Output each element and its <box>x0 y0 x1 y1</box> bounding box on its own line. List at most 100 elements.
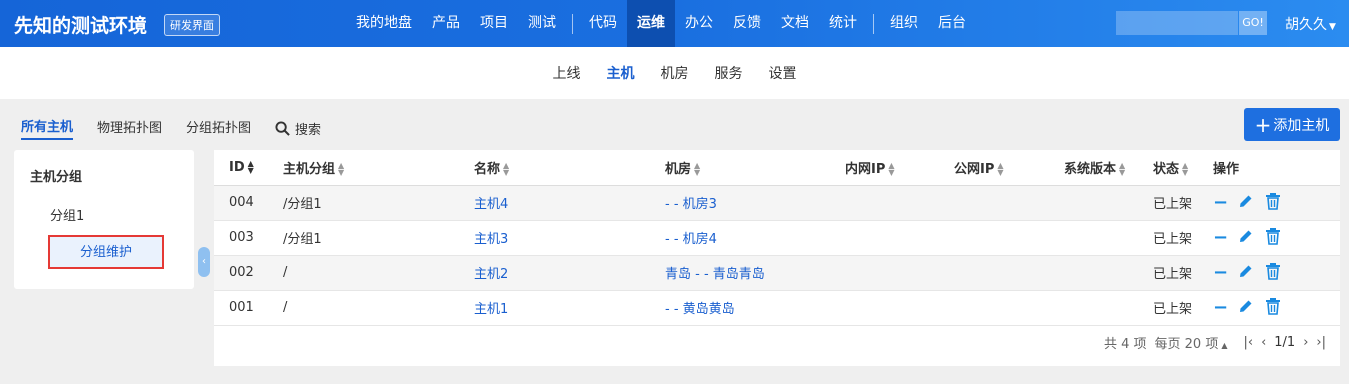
cell-os-version <box>1049 220 1138 256</box>
room-link[interactable]: - - 黄岛黄岛 <box>665 302 735 317</box>
cell-id: 001 <box>214 290 268 326</box>
offline-icon[interactable]: − <box>1213 192 1228 213</box>
nav-ops[interactable]: 运维 <box>627 0 675 47</box>
col-os-version[interactable]: 系统版本 ▲ ▼ <box>1049 150 1138 186</box>
group-maintain-button[interactable]: 分组维护 <box>48 235 164 269</box>
tab-group-topology[interactable]: 分组拓扑图 <box>186 117 251 139</box>
room-link[interactable]: - - 机房4 <box>665 232 717 247</box>
col-group[interactable]: 主机分组 ▲ ▼ <box>268 150 459 186</box>
group-panel: 主机分组 分组1 分组维护 <box>14 150 194 289</box>
last-page-icon[interactable]: ›| <box>1316 335 1326 350</box>
offline-icon[interactable]: − <box>1213 297 1228 318</box>
sort-icon: ▲ ▼ <box>1182 161 1189 178</box>
cell-status: 已上架 <box>1138 220 1198 256</box>
cell-os-version <box>1049 255 1138 291</box>
nav-test[interactable]: 测试 <box>518 0 566 47</box>
col-status[interactable]: 状态 ▲ ▼ <box>1138 150 1198 186</box>
nav-divider <box>572 13 573 34</box>
delete-icon[interactable] <box>1264 297 1282 319</box>
sort-icon: ▲ ▼ <box>888 161 895 178</box>
sort-icon: ▲ ▼ <box>503 161 510 178</box>
nav-project[interactable]: 项目 <box>470 0 518 47</box>
tab-all-hosts[interactable]: 所有主机 <box>21 116 74 140</box>
add-host-button[interactable]: + 添加主机 <box>1244 108 1340 141</box>
host-table: ID ▲ ▼ 主机分组 ▲ ▼ 名称 ▲ ▼ 机房 ▲ ▼ 内网IP ▲ ▼ 公网IP ▲ ▼ 系统版本… <box>214 150 1340 366</box>
sort-icon: ▲ ▼ <box>247 159 254 176</box>
table-row: 002/ 主机2 青岛 - - 青岛青岛 已上架 − <box>214 255 1340 291</box>
sort-icon: ▲ ▼ <box>997 161 1004 178</box>
edit-icon[interactable] <box>1238 298 1254 318</box>
table-row: 001/ 主机1 - - 黄岛黄岛 已上架 − <box>214 290 1340 326</box>
edit-icon[interactable] <box>1238 263 1254 283</box>
tab-physical-topology[interactable]: 物理拓扑图 <box>97 117 162 139</box>
first-page-icon[interactable]: |‹ <box>1243 335 1253 350</box>
go-button[interactable]: GO! <box>1239 11 1267 35</box>
cell-private-ip <box>830 220 939 256</box>
col-name[interactable]: 名称 ▲ ▼ <box>459 150 650 186</box>
brand-title[interactable]: 先知的测试环境 <box>14 11 147 38</box>
search-link[interactable]: 搜索 <box>275 119 321 138</box>
brand-badge: 研发界面 <box>164 14 220 36</box>
delete-icon[interactable] <box>1264 262 1282 284</box>
delete-icon[interactable] <box>1264 227 1282 249</box>
cell-id: 002 <box>214 255 268 291</box>
global-search-input[interactable] <box>1116 11 1238 35</box>
col-id[interactable]: ID ▲ ▼ <box>214 150 268 186</box>
nav-code[interactable]: 代码 <box>579 0 627 47</box>
nav-my[interactable]: 我的地盘 <box>346 0 422 47</box>
search-label: 搜索 <box>295 122 322 138</box>
sort-icon: ▲ ▼ <box>694 161 701 178</box>
add-host-label: 添加主机 <box>1273 117 1330 134</box>
edit-icon[interactable] <box>1238 193 1254 213</box>
col-public-ip[interactable]: 公网IP ▲ ▼ <box>939 150 1049 186</box>
subnav-host[interactable]: 主机 <box>607 63 635 83</box>
sub-nav: 上线 主机 机房 服务 设置 <box>0 47 1349 99</box>
nav-product[interactable]: 产品 <box>422 0 470 47</box>
per-page-select[interactable]: 每页 20 项 ▲ <box>1155 333 1228 352</box>
delete-icon[interactable] <box>1264 192 1282 214</box>
nav-feedback[interactable]: 反馈 <box>723 0 771 47</box>
subnav-service[interactable]: 服务 <box>715 63 743 83</box>
collapse-sidebar-icon[interactable]: ‹ <box>198 247 210 277</box>
host-name-link[interactable]: 主机3 <box>474 232 508 247</box>
page-indicator: 1/1 <box>1274 335 1296 350</box>
subnav-deploy[interactable]: 上线 <box>553 63 581 83</box>
cell-private-ip <box>830 255 939 291</box>
search-icon <box>275 120 290 136</box>
col-actions: 操作 <box>1198 150 1340 186</box>
sort-icon: ▲ ▼ <box>1119 161 1126 178</box>
room-link[interactable]: - - 机房3 <box>665 197 717 212</box>
sort-icon: ▲ ▼ <box>338 161 345 178</box>
edit-icon[interactable] <box>1238 228 1254 248</box>
nav-stats[interactable]: 统计 <box>819 0 867 47</box>
col-room[interactable]: 机房 ▲ ▼ <box>650 150 830 186</box>
top-bar: 先知的测试环境 研发界面 我的地盘 产品 项目 测试 代码 运维 办公 反馈 文… <box>0 0 1349 47</box>
offline-icon[interactable]: − <box>1213 227 1228 248</box>
table-header: ID ▲ ▼ 主机分组 ▲ ▼ 名称 ▲ ▼ 机房 ▲ ▼ 内网IP ▲ ▼ 公网IP ▲ ▼ 系统版本… <box>214 150 1340 186</box>
room-link[interactable]: 青岛 - - 青岛青岛 <box>665 267 765 282</box>
main-nav: 我的地盘 产品 项目 测试 代码 运维 办公 反馈 文档 统计 组织 后台 <box>346 0 976 47</box>
host-name-link[interactable]: 主机1 <box>474 302 508 317</box>
subnav-room[interactable]: 机房 <box>661 63 689 83</box>
next-page-icon[interactable]: › <box>1303 335 1308 350</box>
group-item[interactable]: 分组1 <box>50 205 84 224</box>
cell-status: 已上架 <box>1138 255 1198 291</box>
nav-org[interactable]: 组织 <box>880 0 928 47</box>
pager: 共 4 项 每页 20 项 ▲ |‹ ‹ 1/1 › ›| <box>1104 333 1326 352</box>
nav-doc[interactable]: 文档 <box>771 0 819 47</box>
offline-icon[interactable]: − <box>1213 262 1228 283</box>
host-name-link[interactable]: 主机2 <box>474 267 508 282</box>
host-tabs: 所有主机 物理拓扑图 分组拓扑图 搜索 <box>21 116 321 140</box>
caret-down-icon: ▼ <box>1329 22 1336 32</box>
nav-admin[interactable]: 后台 <box>928 0 976 47</box>
nav-office[interactable]: 办公 <box>675 0 723 47</box>
cell-os-version <box>1049 290 1138 326</box>
user-menu[interactable]: 胡久久 ▼ <box>1285 14 1336 34</box>
host-name-link[interactable]: 主机4 <box>474 197 508 212</box>
col-private-ip[interactable]: 内网IP ▲ ▼ <box>830 150 939 186</box>
cell-id: 003 <box>214 220 268 256</box>
subnav-settings[interactable]: 设置 <box>769 63 797 83</box>
cell-status: 已上架 <box>1138 185 1198 221</box>
cell-public-ip <box>939 185 1049 221</box>
prev-page-icon[interactable]: ‹ <box>1261 335 1266 350</box>
